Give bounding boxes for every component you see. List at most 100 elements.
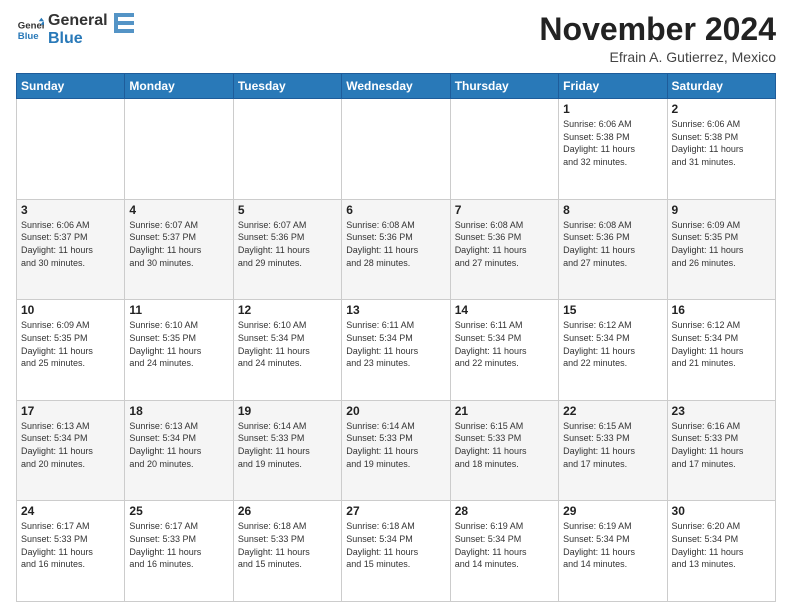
day-info: Sunrise: 6:18 AM Sunset: 5:33 PM Dayligh… bbox=[238, 520, 337, 570]
logo-general: General bbox=[48, 12, 108, 30]
day-number: 27 bbox=[346, 504, 445, 518]
calendar-cell: 23Sunrise: 6:16 AM Sunset: 5:33 PM Dayli… bbox=[667, 400, 775, 501]
day-info: Sunrise: 6:14 AM Sunset: 5:33 PM Dayligh… bbox=[238, 420, 337, 470]
logo-icon: General Blue bbox=[16, 16, 44, 44]
day-number: 19 bbox=[238, 404, 337, 418]
calendar-cell: 26 Sunrise: 6:18 AM Sunset: 5:33 PM Dayli… bbox=[233, 501, 341, 602]
calendar-cell: 5 Sunrise: 6:07 AM Sunset: 5:36 PM Daylig… bbox=[233, 199, 341, 300]
calendar-cell: 12Sunrise: 6:10 AM Sunset: 5:34 PM Dayli… bbox=[233, 300, 341, 401]
calendar-cell: 4 Sunrise: 6:07 AM Sunset: 5:37 PM Daylig… bbox=[125, 199, 233, 300]
day-info: Sunrise: 6:07 AM Sunset: 5:37 PM Dayligh… bbox=[129, 219, 228, 269]
calendar-cell: 18Sunrise: 6:13 AM Sunset: 5:34 PM Dayli… bbox=[125, 400, 233, 501]
calendar-week-2: 3 Sunrise: 6:06 AM Sunset: 5:37 PM Daylig… bbox=[17, 199, 776, 300]
day-info: Sunrise: 6:06 AM Sunset: 5:37 PM Dayligh… bbox=[21, 219, 120, 269]
calendar-cell bbox=[125, 99, 233, 200]
day-info: Sunrise: 6:08 AM Sunset: 5:36 PM Dayligh… bbox=[346, 219, 445, 269]
calendar-cell: 6 Sunrise: 6:08 AM Sunset: 5:36 PM Daylig… bbox=[342, 199, 450, 300]
day-info: Sunrise: 6:12 AM Sunset: 5:34 PM Dayligh… bbox=[563, 319, 662, 369]
calendar-week-3: 10Sunrise: 6:09 AM Sunset: 5:35 PM Dayli… bbox=[17, 300, 776, 401]
subtitle: Efrain A. Gutierrez, Mexico bbox=[539, 49, 776, 65]
col-friday: Friday bbox=[559, 74, 667, 99]
day-number: 25 bbox=[129, 504, 228, 518]
col-monday: Monday bbox=[125, 74, 233, 99]
calendar-cell: 14 Sunrise: 6:11 AM Sunset: 5:34 PM Dayli… bbox=[450, 300, 558, 401]
calendar-cell: 20Sunrise: 6:14 AM Sunset: 5:33 PM Dayli… bbox=[342, 400, 450, 501]
day-number: 1 bbox=[563, 102, 662, 116]
day-info: Sunrise: 6:11 AM Sunset: 5:34 PM Dayligh… bbox=[455, 319, 554, 369]
calendar-header-row: Sunday Monday Tuesday Wednesday Thursday… bbox=[17, 74, 776, 99]
day-info: Sunrise: 6:06 AM Sunset: 5:38 PM Dayligh… bbox=[563, 118, 662, 168]
calendar-cell: 29Sunrise: 6:19 AM Sunset: 5:34 PM Dayli… bbox=[559, 501, 667, 602]
day-number: 10 bbox=[21, 303, 120, 317]
day-number: 12 bbox=[238, 303, 337, 317]
day-number: 30 bbox=[672, 504, 771, 518]
calendar-cell: 15Sunrise: 6:12 AM Sunset: 5:34 PM Dayli… bbox=[559, 300, 667, 401]
calendar-cell: 9 Sunrise: 6:09 AM Sunset: 5:35 PM Daylig… bbox=[667, 199, 775, 300]
day-info: Sunrise: 6:17 AM Sunset: 5:33 PM Dayligh… bbox=[129, 520, 228, 570]
logo-blue: Blue bbox=[48, 30, 108, 48]
calendar-cell: 13 Sunrise: 6:11 AM Sunset: 5:34 PM Dayli… bbox=[342, 300, 450, 401]
day-info: Sunrise: 6:09 AM Sunset: 5:35 PM Dayligh… bbox=[672, 219, 771, 269]
day-number: 11 bbox=[129, 303, 228, 317]
main-title: November 2024 bbox=[539, 12, 776, 47]
calendar-week-5: 24 Sunrise: 6:17 AM Sunset: 5:33 PM Dayli… bbox=[17, 501, 776, 602]
day-number: 9 bbox=[672, 203, 771, 217]
calendar-cell: 24Sunrise: 6:17 AM Sunset: 5:33 PM Dayli… bbox=[17, 501, 125, 602]
calendar-cell: 1 Sunrise: 6:06 AM Sunset: 5:38 PM Daylig… bbox=[559, 99, 667, 200]
day-info: Sunrise: 6:11 AM Sunset: 5:34 PM Dayligh… bbox=[346, 319, 445, 369]
day-number: 13 bbox=[346, 303, 445, 317]
day-info: Sunrise: 6:15 AM Sunset: 5:33 PM Dayligh… bbox=[563, 420, 662, 470]
col-thursday: Thursday bbox=[450, 74, 558, 99]
day-number: 6 bbox=[346, 203, 445, 217]
day-info: Sunrise: 6:14 AM Sunset: 5:33 PM Dayligh… bbox=[346, 420, 445, 470]
calendar-cell: 17 Sunrise: 6:13 AM Sunset: 5:34 PM Dayli… bbox=[17, 400, 125, 501]
calendar: Sunday Monday Tuesday Wednesday Thursday… bbox=[16, 73, 776, 602]
day-number: 28 bbox=[455, 504, 554, 518]
logo: General Blue General Blue bbox=[16, 12, 134, 47]
day-info: Sunrise: 6:06 AM Sunset: 5:38 PM Dayligh… bbox=[672, 118, 771, 168]
col-wednesday: Wednesday bbox=[342, 74, 450, 99]
day-info: Sunrise: 6:08 AM Sunset: 5:36 PM Dayligh… bbox=[455, 219, 554, 269]
header: General Blue General Blue November 2024 … bbox=[16, 12, 776, 65]
calendar-cell bbox=[450, 99, 558, 200]
calendar-week-4: 17 Sunrise: 6:13 AM Sunset: 5:34 PM Dayli… bbox=[17, 400, 776, 501]
day-number: 14 bbox=[455, 303, 554, 317]
day-info: Sunrise: 6:15 AM Sunset: 5:33 PM Dayligh… bbox=[455, 420, 554, 470]
title-block: November 2024 Efrain A. Gutierrez, Mexic… bbox=[539, 12, 776, 65]
calendar-cell: 30Sunrise: 6:20 AM Sunset: 5:34 PM Dayli… bbox=[667, 501, 775, 602]
day-number: 23 bbox=[672, 404, 771, 418]
day-info: Sunrise: 6:07 AM Sunset: 5:36 PM Dayligh… bbox=[238, 219, 337, 269]
calendar-cell: 11 Sunrise: 6:10 AM Sunset: 5:35 PM Dayli… bbox=[125, 300, 233, 401]
calendar-cell: 16Sunrise: 6:12 AM Sunset: 5:34 PM Dayli… bbox=[667, 300, 775, 401]
day-number: 17 bbox=[21, 404, 120, 418]
day-number: 18 bbox=[129, 404, 228, 418]
day-number: 24 bbox=[21, 504, 120, 518]
page: General Blue General Blue November 2024 … bbox=[0, 0, 792, 612]
svg-text:Blue: Blue bbox=[18, 30, 39, 41]
calendar-cell bbox=[342, 99, 450, 200]
calendar-cell: 7Sunrise: 6:08 AM Sunset: 5:36 PM Daylig… bbox=[450, 199, 558, 300]
logo-chevron-icon bbox=[114, 13, 134, 43]
day-number: 5 bbox=[238, 203, 337, 217]
calendar-cell: 19 Sunrise: 6:14 AM Sunset: 5:33 PM Dayli… bbox=[233, 400, 341, 501]
calendar-cell: 8Sunrise: 6:08 AM Sunset: 5:36 PM Daylig… bbox=[559, 199, 667, 300]
calendar-cell: 10Sunrise: 6:09 AM Sunset: 5:35 PM Dayli… bbox=[17, 300, 125, 401]
day-number: 26 bbox=[238, 504, 337, 518]
col-tuesday: Tuesday bbox=[233, 74, 341, 99]
day-info: Sunrise: 6:13 AM Sunset: 5:34 PM Dayligh… bbox=[21, 420, 120, 470]
day-number: 22 bbox=[563, 404, 662, 418]
day-info: Sunrise: 6:19 AM Sunset: 5:34 PM Dayligh… bbox=[455, 520, 554, 570]
calendar-cell: 25 Sunrise: 6:17 AM Sunset: 5:33 PM Dayli… bbox=[125, 501, 233, 602]
day-info: Sunrise: 6:19 AM Sunset: 5:34 PM Dayligh… bbox=[563, 520, 662, 570]
day-number: 16 bbox=[672, 303, 771, 317]
day-info: Sunrise: 6:10 AM Sunset: 5:35 PM Dayligh… bbox=[129, 319, 228, 369]
col-saturday: Saturday bbox=[667, 74, 775, 99]
calendar-cell: 2Sunrise: 6:06 AM Sunset: 5:38 PM Daylig… bbox=[667, 99, 775, 200]
day-info: Sunrise: 6:18 AM Sunset: 5:34 PM Dayligh… bbox=[346, 520, 445, 570]
calendar-cell: 28 Sunrise: 6:19 AM Sunset: 5:34 PM Dayli… bbox=[450, 501, 558, 602]
calendar-week-1: 1 Sunrise: 6:06 AM Sunset: 5:38 PM Daylig… bbox=[17, 99, 776, 200]
day-number: 4 bbox=[129, 203, 228, 217]
calendar-cell: 21 Sunrise: 6:15 AM Sunset: 5:33 PM Dayli… bbox=[450, 400, 558, 501]
day-number: 21 bbox=[455, 404, 554, 418]
day-number: 3 bbox=[21, 203, 120, 217]
